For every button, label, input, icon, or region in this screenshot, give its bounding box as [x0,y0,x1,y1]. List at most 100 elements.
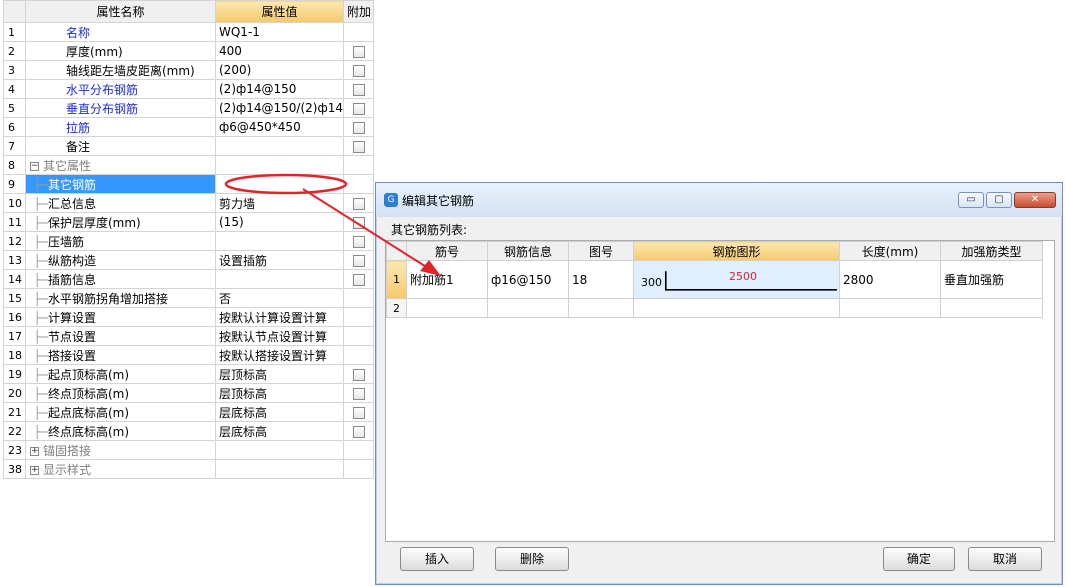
property-value-cell[interactable] [215,174,344,194]
property-value-cell[interactable]: 层顶标高 [215,364,344,384]
property-value-cell[interactable]: (200) [215,60,344,80]
property-row[interactable]: 10 ├─汇总信息 剪力墙 [3,193,374,213]
property-value-cell[interactable]: (2)ф14@150/(2)ф14 [215,98,344,118]
close-button[interactable]: ✕ [1014,192,1056,208]
property-name-cell[interactable]: + 锚固搭接 [25,440,216,460]
property-value-cell[interactable]: 层底标高 [215,421,344,441]
restore-button[interactable]: ▢ [986,192,1012,208]
property-row[interactable]: 3 轴线距左墙皮距离(mm) (200) [3,60,374,80]
property-row[interactable]: 11 ├─保护层厚度(mm) (15) [3,212,374,232]
property-value-cell[interactable]: 按默认搭接设置计算 [215,345,344,365]
property-value-cell[interactable]: 设置插筋 [215,250,344,270]
row-number[interactable]: 2 [386,298,407,318]
col-bar-number[interactable]: 筋号 [406,241,488,261]
property-name-cell[interactable]: − 其它属性 [25,155,216,175]
property-row[interactable]: 9 ├─其它钢筋 [3,174,374,194]
property-name-cell[interactable]: ├─终点顶标高(m) [25,383,216,403]
property-value-cell[interactable]: (15) [215,212,344,232]
property-name-cell[interactable]: ├─纵筋构造 [25,250,216,270]
cell-rebar-info[interactable] [487,298,569,318]
property-row[interactable]: 6 拉筋 ф6@450*450 [3,117,374,137]
property-value-cell[interactable]: 剪力墙 [215,193,344,213]
extra-checkbox[interactable] [352,45,365,58]
property-name-cell[interactable]: 拉筋 [25,117,216,137]
property-row[interactable]: 38 + 显示样式 [3,459,374,479]
insert-button[interactable]: 插入 [400,547,474,571]
property-value-cell[interactable] [215,136,344,156]
property-row[interactable]: 14 ├─插筋信息 [3,269,374,289]
property-value-cell[interactable]: 层底标高 [215,402,344,422]
minimize-button[interactable]: ▭ [958,192,984,208]
property-value-cell[interactable]: ф6@450*450 [215,117,344,137]
property-name-cell[interactable]: 名称 [25,22,216,42]
cell-length[interactable] [839,298,941,318]
extra-checkbox[interactable] [352,216,365,229]
cell-rebar-shape[interactable]: 300 2500 [633,260,840,299]
property-row[interactable]: 18 ├─搭接设置 按默认搭接设置计算 [3,345,374,365]
extra-checkbox[interactable] [352,425,365,438]
property-name-cell[interactable]: ├─计算设置 [25,307,216,327]
property-name-cell[interactable]: ├─搭接设置 [25,345,216,365]
property-name-cell[interactable]: ├─插筋信息 [25,269,216,289]
extra-checkbox[interactable] [352,368,365,381]
property-name-cell[interactable]: 水平分布钢筋 [25,79,216,99]
header-name[interactable]: 属性名称 [25,0,216,23]
property-row[interactable]: 5 垂直分布钢筋 (2)ф14@150/(2)ф14 [3,98,374,118]
extra-checkbox[interactable] [352,121,365,134]
cell-figure-number[interactable]: 18 [568,260,634,299]
property-row[interactable]: 23 + 锚固搭接 [3,440,374,460]
extra-checkbox[interactable] [352,102,365,115]
cell-length[interactable]: 2800 [839,260,941,299]
cell-reinforcement-type[interactable]: 垂直加强筋 [940,260,1043,299]
property-value-cell[interactable]: 400 [215,41,344,61]
extra-checkbox[interactable] [352,387,365,400]
rebar-row[interactable]: 1 附加筋1 ф16@150 18 300 2500 2800 垂直加强筋 [386,260,1043,299]
extra-checkbox[interactable] [352,83,365,96]
ok-button[interactable]: 确定 [883,547,955,571]
col-reinforcement-type[interactable]: 加强筋类型 [940,241,1043,261]
col-rebar-info[interactable]: 钢筋信息 [487,241,569,261]
property-row[interactable]: 13 ├─纵筋构造 设置插筋 [3,250,374,270]
col-length[interactable]: 长度(mm) [839,241,941,261]
property-row[interactable]: 1 名称 WQ1-1 [3,22,374,42]
property-row[interactable]: 19 ├─起点顶标高(m) 层顶标高 [3,364,374,384]
cell-bar-number[interactable] [406,298,488,318]
property-row[interactable]: 8− 其它属性 [3,155,374,175]
property-name-cell[interactable]: 垂直分布钢筋 [25,98,216,118]
extra-checkbox[interactable] [352,273,365,286]
cell-figure-number[interactable] [568,298,634,318]
property-row[interactable]: 7 备注 [3,136,374,156]
rebar-row[interactable]: 2 [386,298,1043,318]
property-name-cell[interactable]: ├─节点设置 [25,326,216,346]
header-value[interactable]: 属性值 [215,0,344,23]
cell-reinforcement-type[interactable] [940,298,1043,318]
cell-bar-number[interactable]: 附加筋1 [406,260,488,299]
property-value-cell[interactable]: 否 [215,288,344,308]
property-name-cell[interactable]: ├─其它钢筋 [25,174,216,194]
col-figure-number[interactable]: 图号 [568,241,634,261]
row-number[interactable]: 1 [386,260,407,299]
extra-checkbox[interactable] [352,406,365,419]
property-name-cell[interactable]: 轴线距左墙皮距离(mm) [25,60,216,80]
property-value-cell[interactable]: (2)ф14@150 [215,79,344,99]
property-row[interactable]: 4 水平分布钢筋 (2)ф14@150 [3,79,374,99]
extra-checkbox[interactable] [352,235,365,248]
property-name-cell[interactable]: ├─起点底标高(m) [25,402,216,422]
cancel-button[interactable]: 取消 [968,547,1042,571]
property-value-cell[interactable]: 按默认节点设置计算 [215,326,344,346]
cell-rebar-info[interactable]: ф16@150 [487,260,569,299]
property-name-cell[interactable]: ├─保护层厚度(mm) [25,212,216,232]
cell-rebar-shape[interactable] [633,298,840,318]
property-name-cell[interactable]: ├─汇总信息 [25,193,216,213]
extra-checkbox[interactable] [352,254,365,267]
expander-icon[interactable]: + [30,446,39,456]
property-name-cell[interactable]: ├─水平钢筋拐角增加搭接 [25,288,216,308]
property-name-cell[interactable]: 厚度(mm) [25,41,216,61]
expander-icon[interactable]: − [30,161,39,171]
col-rebar-shape[interactable]: 钢筋图形 [633,241,840,261]
delete-button[interactable]: 删除 [495,547,569,571]
property-value-cell[interactable] [215,155,344,175]
property-value-cell[interactable]: 层顶标高 [215,383,344,403]
property-row[interactable]: 17 ├─节点设置 按默认节点设置计算 [3,326,374,346]
property-value-cell[interactable]: WQ1-1 [215,22,344,42]
